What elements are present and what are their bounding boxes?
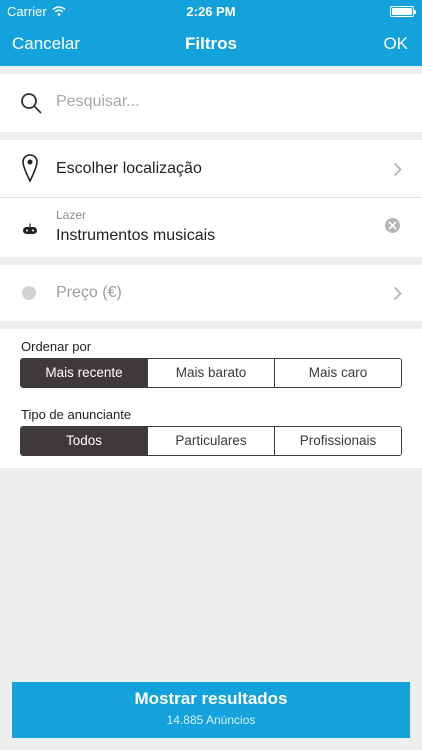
sort-option-cheapest[interactable]: Mais barato xyxy=(147,359,274,387)
status-time: 2:26 PM xyxy=(186,4,236,19)
price-row[interactable]: Preço (€) xyxy=(0,265,422,321)
search-input[interactable]: Pesquisar... xyxy=(56,93,140,111)
advertiser-option-professional[interactable]: Profissionais xyxy=(274,427,401,455)
location-label: Escolher localização xyxy=(56,160,202,177)
sort-label: Ordenar por xyxy=(21,339,92,354)
advertiser-type-label: Tipo de anunciante xyxy=(21,407,132,422)
results-count: 14.885 Anúncios xyxy=(166,713,256,727)
show-results-label: Mostrar resultados xyxy=(134,689,288,708)
advertiser-option-all[interactable]: Todos xyxy=(21,427,147,455)
ok-button[interactable]: OK xyxy=(383,34,408,54)
location-category-card: Escolher localização Lazer Instrumentos … xyxy=(0,140,422,257)
advertiser-segmented-control: Todos Particulares Profissionais xyxy=(20,426,402,456)
location-pin-icon xyxy=(22,154,38,187)
chevron-right-icon xyxy=(393,286,402,306)
choose-location-row[interactable]: Escolher localização xyxy=(0,140,422,198)
header: Carrier 2:26 PM Cancelar Filtros OK xyxy=(0,0,422,66)
sort-segmented-control: Mais recente Mais barato Mais caro xyxy=(20,358,402,388)
gamepad-icon xyxy=(22,222,38,240)
sort-option-expensive[interactable]: Mais caro xyxy=(274,359,401,387)
clear-icon[interactable] xyxy=(385,218,400,233)
price-label: Preço (€) xyxy=(56,284,122,301)
sort-option-recent[interactable]: Mais recente xyxy=(21,359,147,387)
category-value: Instrumentos musicais xyxy=(56,227,216,244)
show-results-button[interactable]: Mostrar resultados 14.885 Anúncios xyxy=(12,682,410,738)
category-row[interactable]: Lazer Instrumentos musicais xyxy=(0,199,422,257)
navigation-bar: Cancelar Filtros OK xyxy=(0,22,422,66)
advertiser-option-private[interactable]: Particulares xyxy=(147,427,274,455)
search-row[interactable]: Pesquisar... xyxy=(0,74,422,132)
battery-icon xyxy=(390,6,416,17)
price-dot-icon xyxy=(22,286,36,300)
search-icon xyxy=(20,92,42,119)
category-group-label: Lazer xyxy=(56,208,87,222)
status-bar: Carrier 2:26 PM xyxy=(0,0,422,22)
cancel-button[interactable]: Cancelar xyxy=(12,34,80,54)
sort-filter-card: Ordenar por Mais recente Mais barato Mai… xyxy=(0,329,422,468)
chevron-right-icon xyxy=(393,162,402,182)
